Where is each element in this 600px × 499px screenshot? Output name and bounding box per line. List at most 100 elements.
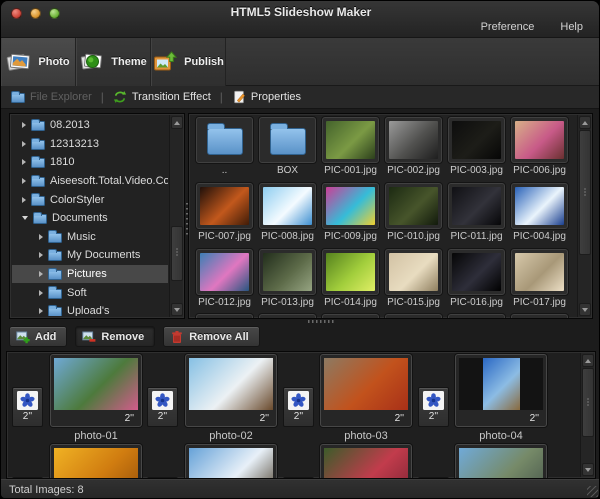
- tabbar: Photo Theme Publish: [1, 38, 599, 86]
- grid-item--[interactable]: ..: [195, 117, 254, 176]
- grid-item-pic-010-jpg[interactable]: PIC-010.jpg: [384, 183, 443, 242]
- strip-photo-photo-05[interactable]: 2''photo-05: [50, 444, 142, 478]
- scroll-thumb[interactable]: [171, 226, 183, 281]
- toolbar-item-transition-effect[interactable]: Transition Effect: [113, 90, 211, 104]
- tab-theme[interactable]: Theme: [76, 38, 151, 86]
- thumbnail-image: [200, 187, 249, 225]
- menu-help[interactable]: Help: [560, 21, 583, 33]
- strip-photo-photo-04[interactable]: 2'' photo-04: [455, 354, 547, 442]
- transition-button[interactable]: 2'': [283, 387, 314, 427]
- tree-item-colorstyler[interactable]: ColorStyler: [12, 190, 168, 209]
- strip-photo-photo-02[interactable]: 2'' photo-02: [185, 354, 277, 442]
- tree-item-my-documents[interactable]: My Documents: [12, 246, 168, 265]
- thumbnail-frame: [259, 183, 316, 229]
- scroll-up-button[interactable]: [579, 116, 591, 129]
- add-button[interactable]: Add: [9, 326, 68, 347]
- grid-item-pic-013-jpg[interactable]: PIC-013.jpg: [258, 249, 317, 308]
- tree-item-pictures[interactable]: Pictures: [12, 264, 168, 284]
- tree-item-12313213[interactable]: 12313213: [12, 135, 168, 154]
- arrow-up-icon: [582, 120, 588, 125]
- resize-grip[interactable]: [587, 486, 598, 497]
- chevron-right-icon[interactable]: [22, 196, 26, 203]
- grid-item-pic-004-jpg[interactable]: PIC-004.jpg: [510, 183, 569, 242]
- grid-item-pic-008-jpg[interactable]: PIC-008.jpg: [258, 183, 317, 242]
- strip-photo-photo-08[interactable]: 2''photo-08: [455, 444, 547, 478]
- scroll-thumb[interactable]: [582, 368, 594, 438]
- strip-photo-image: [459, 448, 543, 478]
- thumbnail-image: [326, 187, 375, 225]
- grid-item-pic-011-jpg[interactable]: PIC-011.jpg: [447, 183, 506, 242]
- strip-scrollbar[interactable]: [580, 353, 594, 477]
- scroll-up-button[interactable]: [171, 116, 183, 129]
- grid-item-pic-012-jpg[interactable]: PIC-012.jpg: [195, 249, 254, 308]
- tree-item-documents[interactable]: Documents: [12, 209, 168, 228]
- tree-item-1810[interactable]: 1810: [12, 153, 168, 172]
- thumbnail-image: [389, 253, 438, 291]
- folder-icon: [31, 193, 45, 206]
- tab-publish[interactable]: Publish: [151, 38, 226, 86]
- strip-photo-photo-07[interactable]: 2''photo-07: [320, 444, 412, 478]
- grid-item-pic-017-jpg[interactable]: PIC-017.jpg: [510, 249, 569, 308]
- scroll-down-button[interactable]: [582, 463, 594, 476]
- grid-item-pic-006-jpg[interactable]: PIC-006.jpg: [510, 117, 569, 176]
- strip-photo-photo-06[interactable]: 2''photo-06: [185, 444, 277, 478]
- grid-item-pic-002-jpg[interactable]: PIC-002.jpg: [384, 117, 443, 176]
- pinwheel-icon: [290, 392, 307, 409]
- chevron-right-icon[interactable]: [22, 178, 26, 185]
- folder-icon: [48, 249, 62, 262]
- grid-item-partial: [510, 314, 569, 318]
- chevron-right-icon[interactable]: [39, 308, 43, 315]
- tree-item-08-2013[interactable]: 08.2013: [12, 116, 168, 135]
- remove-all-button[interactable]: Remove All: [163, 326, 260, 347]
- transition-button[interactable]: 2'': [12, 387, 43, 427]
- strip-photo-frame: 2'': [50, 354, 142, 427]
- scroll-down-button[interactable]: [171, 303, 183, 316]
- tree-scrollbar[interactable]: [169, 115, 183, 317]
- folder-icon: [206, 123, 243, 155]
- scroll-up-button[interactable]: [582, 354, 594, 367]
- tree-item-aiseesoft-total-video-converter-p[interactable]: Aiseesoft.Total.Video.Converter.P: [12, 172, 168, 191]
- scroll-thumb[interactable]: [579, 130, 591, 256]
- chevron-right-icon[interactable]: [39, 289, 43, 296]
- tree-item-label: ColorStyler: [50, 193, 105, 206]
- grid-item-pic-016-jpg[interactable]: PIC-016.jpg: [447, 249, 506, 308]
- chevron-right-icon[interactable]: [39, 233, 43, 240]
- grid-item-pic-007-jpg[interactable]: PIC-007.jpg: [195, 183, 254, 242]
- strip-photo-photo-01[interactable]: 2'' photo-01: [50, 354, 142, 442]
- scroll-down-button[interactable]: [579, 303, 591, 316]
- chevron-right-icon[interactable]: [39, 252, 43, 259]
- grid-item-partial: [321, 314, 380, 318]
- tree-item-soft[interactable]: Soft: [12, 283, 168, 302]
- chevron-down-icon[interactable]: [22, 216, 28, 221]
- transition-button[interactable]: 2'': [418, 387, 449, 427]
- grid-item-pic-014-jpg[interactable]: PIC-014.jpg: [321, 249, 380, 308]
- grid-item-pic-009-jpg[interactable]: PIC-009.jpg: [321, 183, 380, 242]
- transition-button[interactable]: 2'': [147, 387, 178, 427]
- strip-photo-image: [459, 358, 543, 410]
- thumbnail-image: [515, 121, 564, 159]
- grid-item-box[interactable]: BOX: [258, 117, 317, 176]
- grid-item-pic-015-jpg[interactable]: PIC-015.jpg: [384, 249, 443, 308]
- strip-photo-name: photo-01: [74, 430, 118, 442]
- chevron-right-icon[interactable]: [22, 122, 26, 129]
- grid-item-pic-001-jpg[interactable]: PIC-001.jpg: [321, 117, 380, 176]
- horizontal-splitter-grip[interactable]: [308, 320, 334, 323]
- tree-item-upload-s[interactable]: Upload's: [12, 302, 168, 316]
- strip-photo-image: [189, 448, 273, 478]
- grid-scrollbar[interactable]: [577, 115, 591, 317]
- chevron-right-icon[interactable]: [39, 271, 43, 278]
- grid-item-pic-003-jpg[interactable]: PIC-003.jpg: [447, 117, 506, 176]
- chevron-right-icon[interactable]: [22, 140, 26, 147]
- tree-item-label: Upload's: [67, 305, 110, 316]
- menu-preference[interactable]: Preference: [481, 21, 535, 33]
- scroll-thumb-grip: [584, 188, 586, 198]
- folder-icon: [31, 156, 45, 169]
- toolbar-item-properties[interactable]: Properties: [232, 90, 301, 104]
- chevron-right-icon[interactable]: [22, 159, 26, 166]
- thumbnail-label: PIC-017.jpg: [513, 297, 566, 308]
- remove-button[interactable]: Remove: [75, 326, 156, 347]
- strip-photo-photo-03[interactable]: 2'' photo-03: [320, 354, 412, 442]
- photo-duration: 2'': [259, 413, 269, 424]
- tab-photo[interactable]: Photo: [1, 38, 76, 86]
- tree-item-music[interactable]: Music: [12, 228, 168, 247]
